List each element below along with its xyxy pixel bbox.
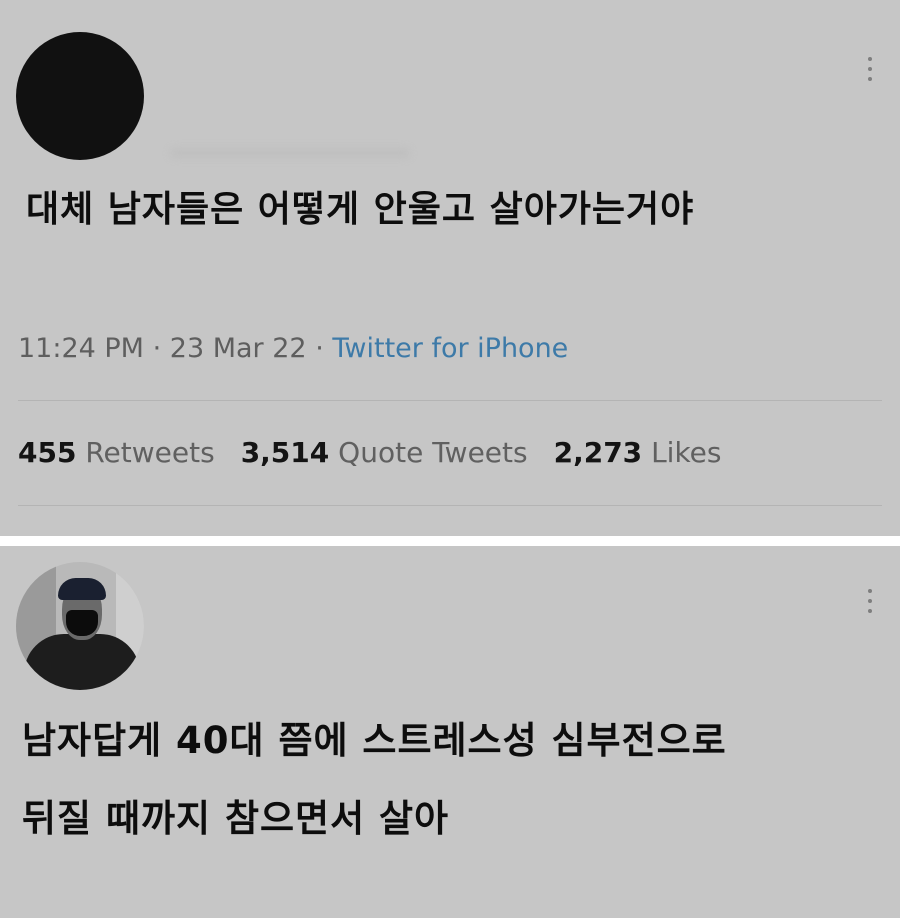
avatar[interactable] [16, 32, 144, 160]
tweet-text-line: 남자답게 40대 쯤에 스트레스성 심부전으로 [22, 719, 727, 762]
divider [18, 400, 882, 401]
tweet-card-1: 대체 남자들은 어떻게 안울고 살아가는거야 11:24 PM · 23 Mar… [0, 0, 900, 536]
more-options-icon[interactable] [864, 57, 876, 81]
tweet-stats: 455 Retweets 3,514 Quote Tweets 2,273 Like… [18, 436, 722, 469]
quote-tweets-count: 3,514 [240, 436, 330, 469]
avatar[interactable] [16, 562, 144, 690]
tweet-time: 11:24 PM [18, 333, 144, 364]
retweets-stat[interactable]: 455 Retweets [18, 436, 215, 469]
meta-separator: · [152, 333, 162, 364]
tweet-date[interactable]: 23 Mar 22 [170, 333, 307, 364]
tweet-text-line: 뒤질 때까지 참으면서 살아 [22, 797, 450, 840]
meta-separator: · [315, 333, 324, 364]
likes-count: 2,273 [553, 436, 643, 469]
quote-tweets-stat[interactable]: 3,514 Quote Tweets [241, 436, 528, 469]
tweet-source-link[interactable]: Twitter for iPhone [332, 333, 568, 364]
quote-tweets-label: Quote Tweets [338, 436, 528, 469]
divider [18, 505, 882, 506]
tweet-text: 남자답게 40대 쯤에 스트레스성 심부전으로 뒤질 때까지 참으면서 살아 [22, 702, 878, 858]
retweets-count: 455 [18, 436, 77, 469]
blurred-username [170, 148, 410, 158]
retweets-label: Retweets [85, 436, 215, 469]
more-options-icon[interactable] [864, 589, 876, 613]
tweet-card-2: 남자답게 40대 쯤에 스트레스성 심부전으로 뒤질 때까지 참으면서 살아 [0, 546, 900, 918]
tweet-meta: 11:24 PM · 23 Mar 22 · Twitter for iPhon… [18, 333, 568, 364]
tweet-text: 대체 남자들은 어떻게 안울고 살아가는거야 [26, 189, 695, 230]
likes-stat[interactable]: 2,273 Likes [554, 436, 722, 469]
likes-label: Likes [651, 436, 722, 469]
